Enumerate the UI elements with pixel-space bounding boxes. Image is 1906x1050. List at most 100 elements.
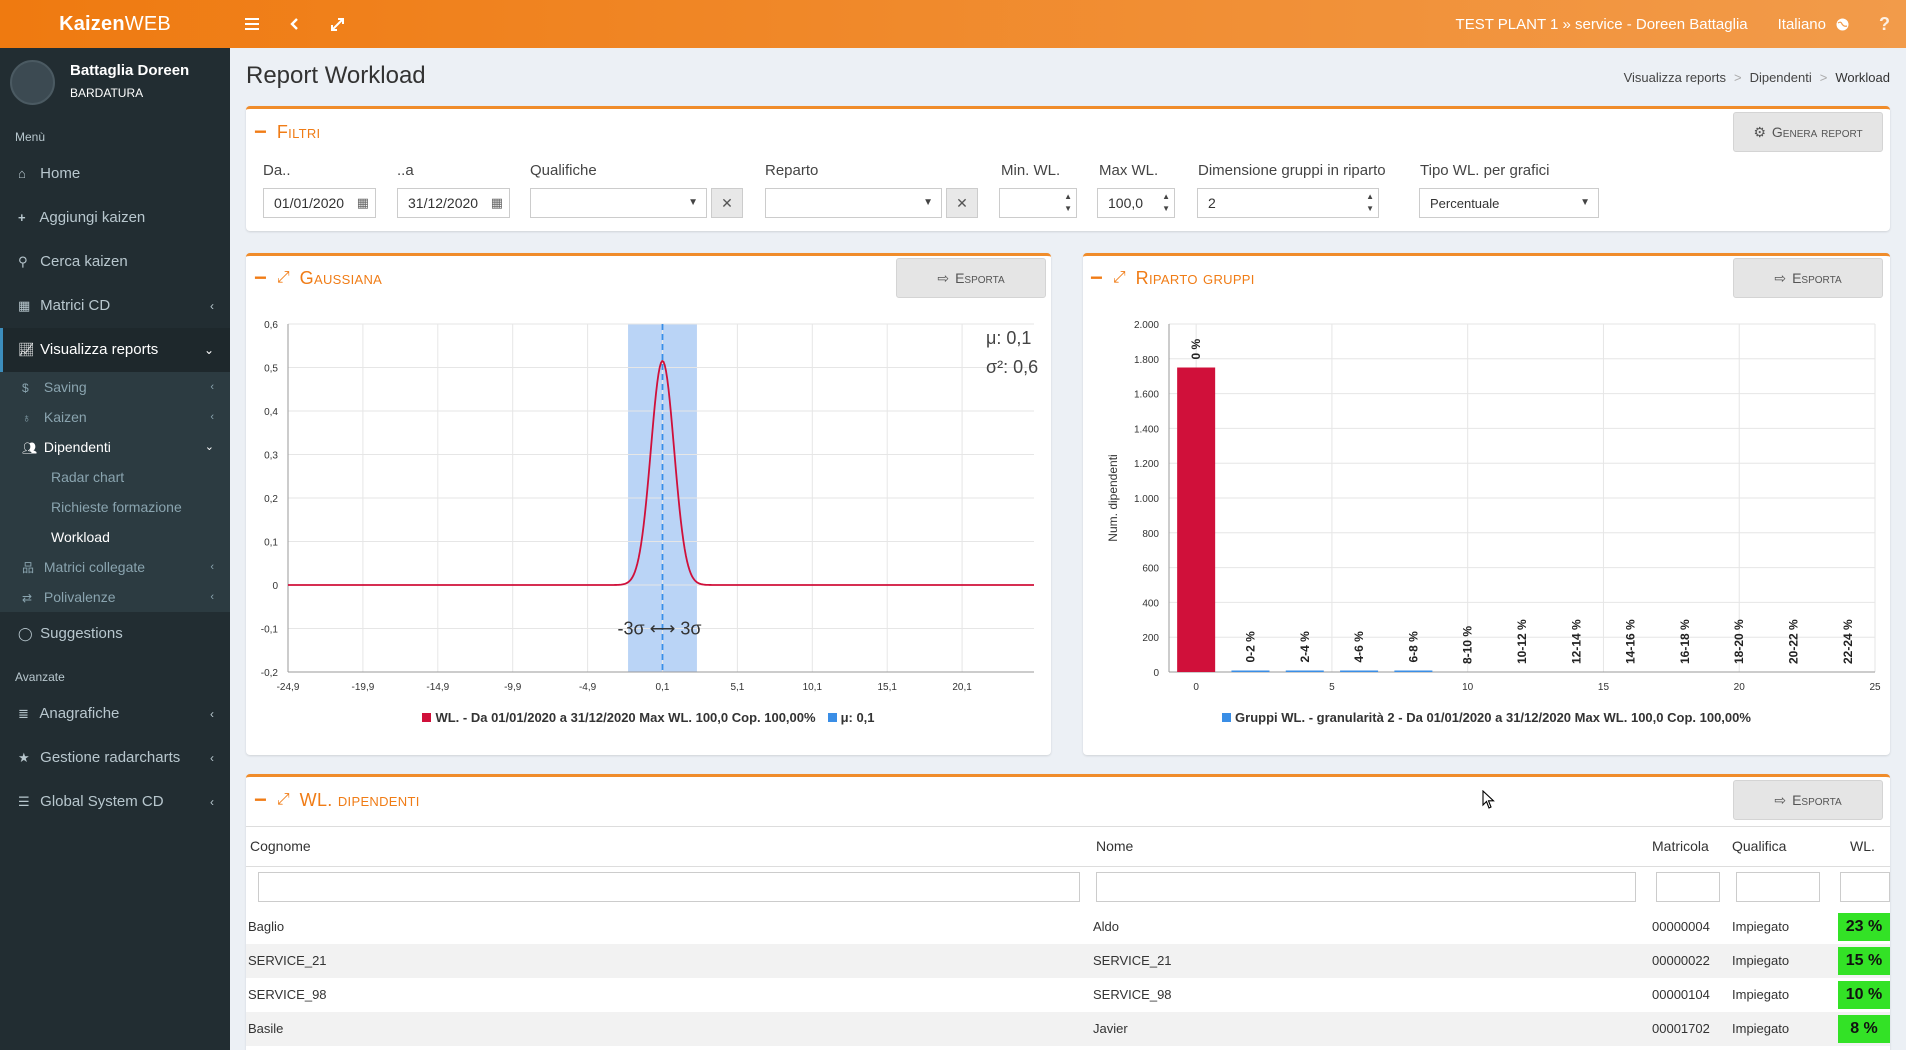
sidebar-item-matrici-collegate[interactable]: 品 Matrici collegate ‹ xyxy=(0,552,230,582)
help-icon[interactable]: ? xyxy=(1879,14,1890,35)
export-gaussiana-button[interactable]: ⇨ Esporta xyxy=(896,258,1046,298)
breadcrumb-dipendenti[interactable]: Dipendenti xyxy=(1750,70,1812,85)
legend-item-curve[interactable]: WL. - Da 01/01/2020 a 31/12/2020 Max WL.… xyxy=(422,710,816,725)
legend-item-gruppi[interactable]: Gruppi WL. - granularità 2 - Da 01/01/20… xyxy=(1222,710,1751,725)
expand-icon[interactable]: ⤢ xyxy=(277,791,290,809)
bar-data-label: 8-10 % xyxy=(1461,626,1475,664)
bar-data-label: 0 % xyxy=(1189,338,1203,359)
da-date-input[interactable]: 01/01/2020 ▦ xyxy=(263,188,376,218)
sidebar-item-polivalenze[interactable]: ⇄ Polivalenze ‹ xyxy=(0,582,230,612)
min-wl-input[interactable]: ▲ ▼ xyxy=(999,188,1077,218)
plant-context[interactable]: TEST PLANT 1 » service - Doreen Battagli… xyxy=(1456,16,1748,33)
bar-data-label: 18-20 % xyxy=(1732,619,1746,664)
spinner-icon[interactable]: ▲ ▼ xyxy=(1162,191,1170,215)
gruppi-input[interactable]: 2 ▲ ▼ xyxy=(1197,188,1379,218)
sidebar-item-search-kaizen[interactable]: ⚲ Cerca kaizen xyxy=(0,240,230,284)
y-tick-label: 600 xyxy=(1142,564,1159,575)
sidebar-item-dipendenti[interactable]: 👥︎ Dipendenti ⌄ xyxy=(0,432,230,462)
y-tick-label: 0,4 xyxy=(264,407,278,418)
table-row[interactable]: Basile Javier 00001702 Impiegato 8 % xyxy=(246,1012,1890,1046)
hamburger-menu-icon[interactable] xyxy=(240,12,264,36)
sidebar-item-global-system[interactable]: ☰ Global System CD ‹ xyxy=(0,780,230,824)
sidebar-item-kaizen[interactable]: ♁ Kaizen ‹ xyxy=(0,402,230,432)
column-header-cognome[interactable]: Cognome xyxy=(250,838,311,854)
sidebar-item-home[interactable]: ⌂ Home xyxy=(0,152,230,196)
a-date-input[interactable]: 31/12/2020 ▦ xyxy=(397,188,510,218)
gaussiana-chart: 0,6 0,5 0,4 0,3 0,2 0,1 0 -0,1 -0,2 -24,9 -19,9 -14… xyxy=(261,320,1038,693)
cell-cognome: SERVICE_98 xyxy=(248,987,327,1002)
cell-matricola: 00001702 xyxy=(1652,1021,1710,1036)
expand-icon[interactable]: ⤢ xyxy=(277,269,290,287)
avatar xyxy=(10,60,55,105)
filter-input-cognome[interactable] xyxy=(258,872,1080,902)
fullscreen-icon[interactable] xyxy=(325,12,349,36)
clear-qualifiche-button[interactable]: ✕ xyxy=(711,188,743,218)
table-row[interactable]: SERVICE_21 SERVICE_21 00000022 Impiegato… xyxy=(246,944,1890,978)
column-header-wl[interactable]: WL. xyxy=(1850,838,1875,854)
calendar-icon[interactable]: ▦ xyxy=(357,195,369,211)
x-tick-label: 15,1 xyxy=(877,682,897,693)
gaussiana-header: − ⤢ Gaussiana xyxy=(254,266,382,290)
sidebar: Battaglia Doreen BARDATURA Menù ⌂ Home +… xyxy=(0,48,230,1050)
expand-icon[interactable]: ⤢ xyxy=(1113,269,1126,287)
column-header-matricola[interactable]: Matricola xyxy=(1652,838,1709,854)
riparto-chart: 2.000 1.800 1.600 1.400 1.200 1.000 800 600 400 2… xyxy=(1106,320,1881,693)
collapse-icon[interactable]: − xyxy=(254,789,267,811)
reparto-select[interactable]: ▼ xyxy=(765,188,942,218)
generate-report-button[interactable]: ⚙ Genera report xyxy=(1733,112,1883,152)
x-tick-label: -9,9 xyxy=(504,682,522,693)
sidebar-item-saving[interactable]: $ Saving ‹ xyxy=(0,372,230,402)
max-wl-input[interactable]: 100,0 ▲ ▼ xyxy=(1097,188,1175,218)
filter-input-matricola[interactable] xyxy=(1656,872,1720,902)
sigma-range-annotation: -3σ ⟷ 3σ xyxy=(617,619,701,639)
y-tick-label: 1.400 xyxy=(1134,424,1159,435)
y-tick-label: 0,6 xyxy=(264,320,278,331)
language-selector[interactable]: Italiano xyxy=(1778,16,1849,33)
cell-cognome: Basile xyxy=(248,1021,284,1036)
da-label: Da.. xyxy=(263,162,291,179)
sidebar-item-add-kaizen[interactable]: + Aggiungi kaizen xyxy=(0,196,230,240)
y-tick-label: 0,1 xyxy=(264,538,278,549)
tipo-wl-select[interactable]: Percentuale ▼ xyxy=(1419,188,1599,218)
sidebar-item-matrici-cd[interactable]: ▦ Matrici CD ‹ xyxy=(0,284,230,328)
breadcrumb-reports[interactable]: Visualizza reports xyxy=(1624,70,1726,85)
legend-item-mu[interactable]: μ: 0,1 xyxy=(827,710,875,725)
collapse-icon[interactable]: − xyxy=(254,121,267,143)
bar xyxy=(1285,670,1324,672)
spinner-icon[interactable]: ▲ ▼ xyxy=(1064,191,1072,215)
export-riparto-button[interactable]: ⇨ Esporta xyxy=(1733,258,1883,298)
y-tick-label: -0,2 xyxy=(261,668,279,679)
cell-qualifica: Impiegato xyxy=(1732,987,1790,1002)
sidebar-item-suggestions[interactable]: ◯ Suggestions xyxy=(0,612,230,656)
y-tick-label: 0 xyxy=(1153,668,1159,679)
qualifiche-select[interactable]: ▼ xyxy=(530,188,707,218)
sidebar-item-gestione-radarcharts[interactable]: ★ Gestione radarcharts ‹ xyxy=(0,736,230,780)
sidebar-item-workload[interactable]: Workload xyxy=(0,522,230,552)
cell-qualifica: Impiegato xyxy=(1732,919,1790,934)
advanced-section-label: Avanzate xyxy=(15,670,65,684)
globe-icon xyxy=(1836,18,1849,30)
chevron-left-icon[interactable] xyxy=(282,12,306,36)
filter-input-wl[interactable] xyxy=(1840,872,1890,902)
app-logo[interactable]: KaizenWEB xyxy=(0,0,230,48)
sidebar-item-anagrafiche[interactable]: ≣ Anagrafiche ‹ xyxy=(0,692,230,736)
collapse-icon[interactable]: − xyxy=(254,267,267,289)
sidebar-item-radar-chart[interactable]: Radar chart xyxy=(0,462,230,492)
bar-data-label: 10-12 % xyxy=(1515,619,1529,664)
calendar-icon[interactable]: ▦ xyxy=(491,195,503,211)
y-tick-label: 800 xyxy=(1142,529,1159,540)
sidebar-item-visualizza-reports[interactable]: 📈︎ Visualizza reports ⌄ xyxy=(0,328,230,372)
export-table-button[interactable]: ⇨ Esporta xyxy=(1733,780,1883,820)
collapse-icon[interactable]: − xyxy=(1090,267,1103,289)
table-row[interactable]: Baglio Aldo 00000004 Impiegato 23 % xyxy=(246,910,1890,944)
y-tick-label: 400 xyxy=(1142,598,1159,609)
spinner-icon[interactable]: ▲ ▼ xyxy=(1366,191,1374,215)
bar-data-label: 12-14 % xyxy=(1569,619,1583,664)
column-header-nome[interactable]: Nome xyxy=(1096,838,1133,854)
filter-input-nome[interactable] xyxy=(1096,872,1636,902)
sidebar-item-richieste-formazione[interactable]: Richieste formazione xyxy=(0,492,230,522)
table-row[interactable]: SERVICE_98 SERVICE_98 00000104 Impiegato… xyxy=(246,978,1890,1012)
column-header-qualifica[interactable]: Qualifica xyxy=(1732,838,1786,854)
clear-reparto-button[interactable]: ✕ xyxy=(946,188,978,218)
filter-input-qualifica[interactable] xyxy=(1736,872,1820,902)
